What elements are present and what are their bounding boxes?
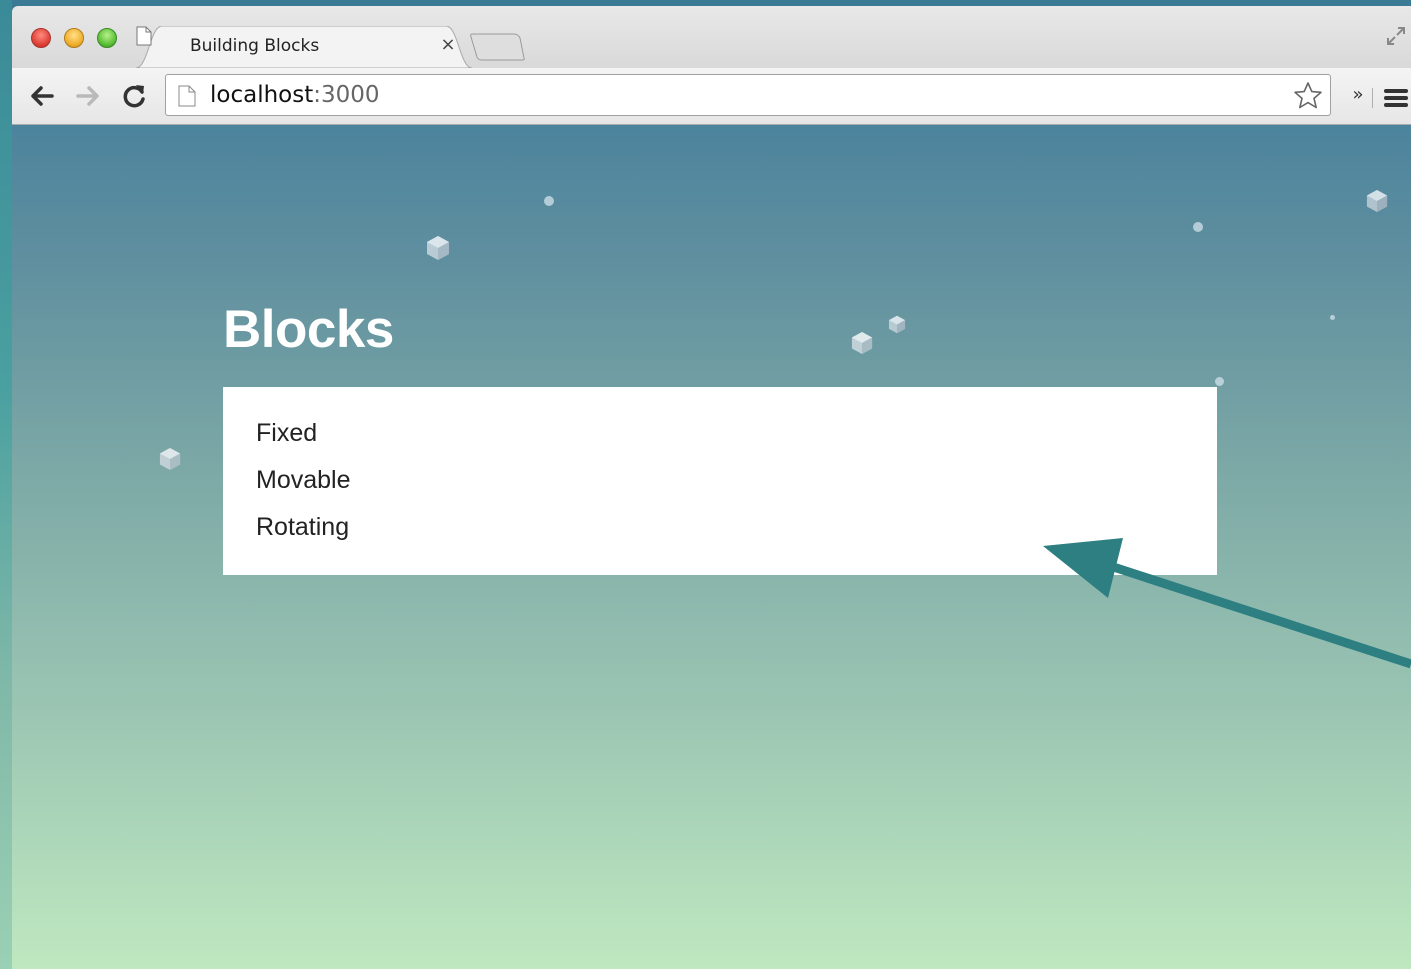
cube-icon [159,448,181,470]
browser-window: Building Blocks × localhost:3000 » Block… [12,6,1411,969]
toolbar-separator [1372,88,1373,108]
cube-icon [851,332,873,354]
back-arrow-icon[interactable] [26,80,58,112]
particle [1215,377,1224,386]
window-close-button[interactable] [31,28,51,48]
particle [1330,315,1335,320]
hamburger-menu-icon[interactable] [1382,86,1410,110]
forward-arrow-icon[interactable] [72,80,104,112]
tab-close-icon[interactable]: × [438,34,458,56]
tab-bar: Building Blocks × [12,6,1411,68]
list-item-fixed[interactable]: Fixed [256,419,317,448]
cube-icon [427,236,449,260]
url-text[interactable]: localhost:3000 [210,82,380,108]
window-minimize-button[interactable] [64,28,84,48]
page-content: Blocks Fixed Movable Rotating [12,125,1411,969]
page-title: Blocks [223,300,394,359]
url-port: :3000 [313,82,380,108]
annotation-arrow [1043,538,1411,669]
star-icon[interactable] [1292,80,1324,112]
cube-icon [888,315,906,334]
page-icon [136,26,152,46]
extensions-overflow-button[interactable]: » [1348,84,1368,108]
page-icon [178,85,196,107]
particle [1193,222,1203,232]
fullscreen-icon[interactable] [1384,24,1408,48]
toolbar: localhost:3000 » [12,68,1411,125]
window-zoom-button[interactable] [97,28,117,48]
list-item-rotating[interactable]: Rotating [256,513,349,542]
particle [544,196,554,206]
url-host: localhost [210,82,314,108]
new-tab-button[interactable] [470,32,526,62]
cube-icon [1366,190,1388,212]
desktop-background-left [0,0,12,969]
tab-title: Building Blocks [190,36,320,56]
address-bar[interactable]: localhost:3000 [165,74,1331,116]
list-item-movable[interactable]: Movable [256,466,351,495]
tab-building-blocks[interactable]: Building Blocks × [136,26,472,68]
reload-icon[interactable] [118,80,150,112]
